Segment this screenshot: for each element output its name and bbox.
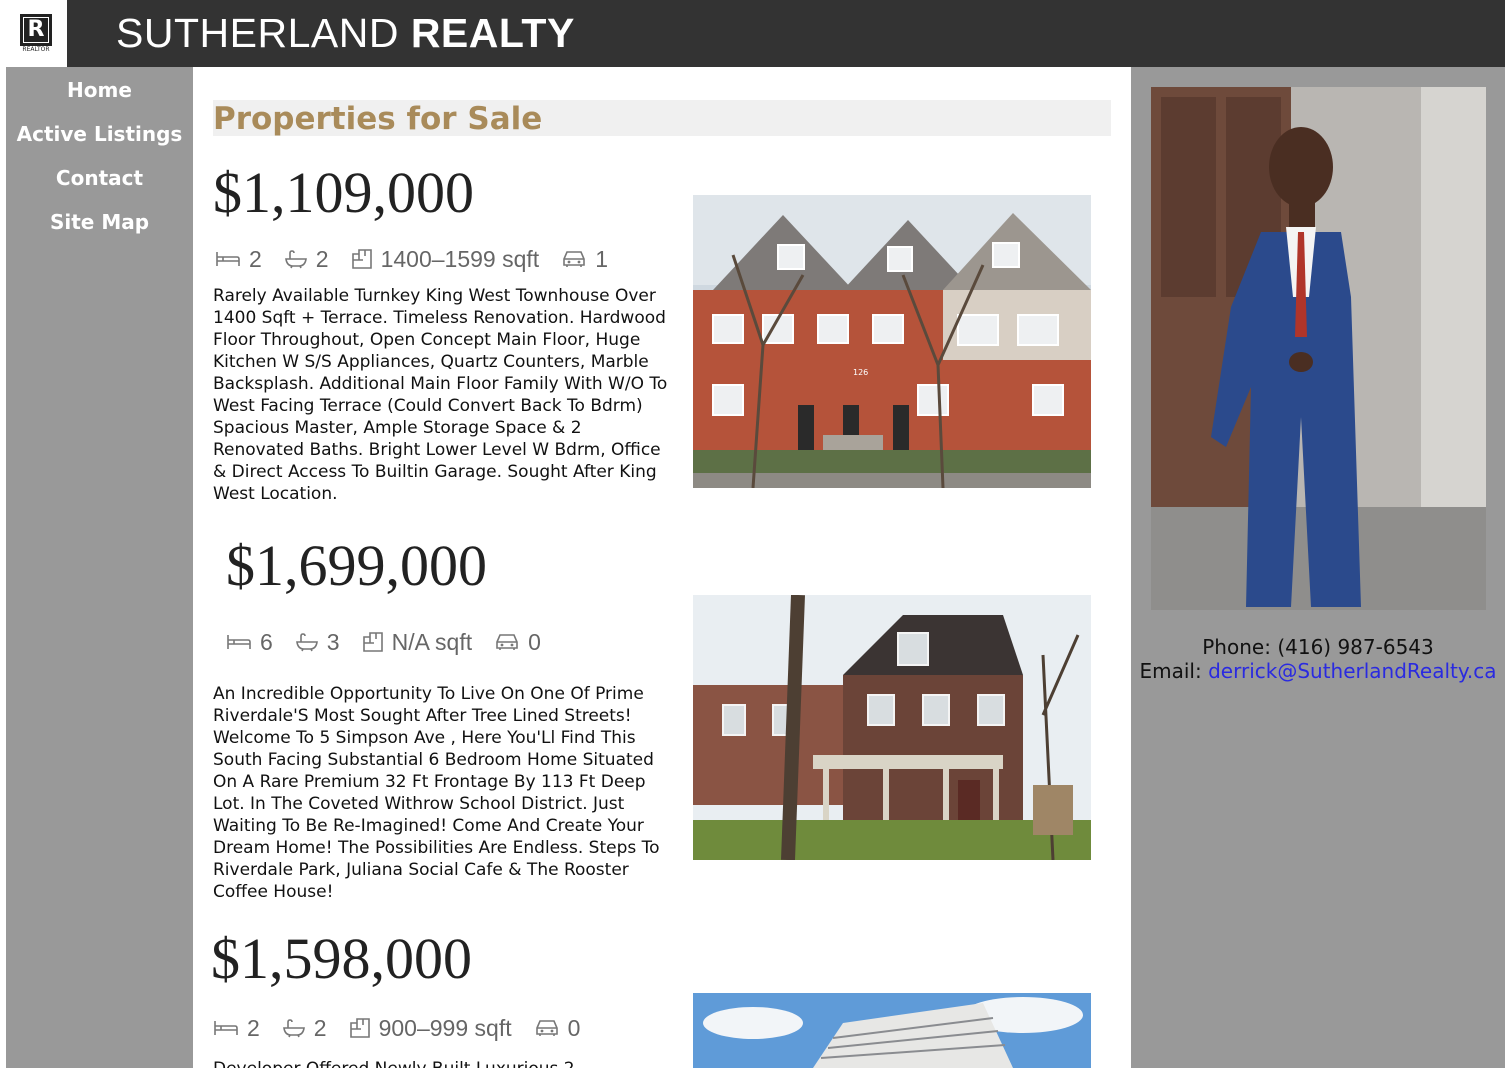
- nav-item-active-listings[interactable]: Active Listings: [6, 112, 193, 156]
- car-icon: [535, 1020, 558, 1036]
- listing-stats: 6 3 N/A sqft 0: [226, 627, 563, 657]
- beds-stat: 6: [226, 629, 273, 656]
- listing-price: $1,109,000: [213, 160, 474, 225]
- floor-plan-icon: [351, 249, 372, 269]
- bath-icon: [282, 1019, 305, 1038]
- bed-icon: [227, 635, 251, 649]
- sqft-stat: N/A sqft: [362, 628, 473, 656]
- parking-value: 1: [595, 245, 608, 272]
- contact-phone: Phone: (416) 987-6543: [1131, 635, 1505, 659]
- email-label: Email:: [1139, 659, 1209, 683]
- listing-photo-condo[interactable]: [693, 993, 1091, 1068]
- baths-value: 2: [315, 245, 329, 272]
- baths-value: 3: [326, 628, 340, 655]
- beds-value: 2: [247, 1014, 260, 1041]
- main-content: Properties for Sale $1,109,000 2 2 1400–…: [193, 67, 1131, 1068]
- agent-portrait: [1151, 87, 1486, 610]
- parking-value: 0: [567, 1014, 581, 1041]
- listing-description-text: Developer Offered Newly Built Luxurious …: [213, 1058, 669, 1068]
- baths-stat: 2: [282, 1015, 327, 1042]
- baths-stat: 3: [295, 629, 340, 656]
- bed-icon: [216, 252, 240, 266]
- brand-title[interactable]: SUTHERLAND REALTY: [116, 10, 575, 57]
- baths-stat: 2: [284, 246, 329, 273]
- parking-value: 0: [528, 628, 541, 655]
- realtor-logo[interactable]: R REALTOR: [6, 0, 67, 67]
- sqft-value: N/A sqft: [391, 628, 473, 655]
- bath-icon: [295, 633, 318, 652]
- listing-photo-brick-house[interactable]: [693, 595, 1091, 860]
- floor-plan-icon: [362, 632, 383, 652]
- baths-value: 2: [313, 1014, 327, 1041]
- listing-price: $1,699,000: [226, 533, 487, 598]
- brand-title-light: SUTHERLAND: [116, 10, 411, 56]
- listing-description: Rarely Available Turnkey King West Townh…: [213, 286, 668, 504]
- listing-description: Developer Offered Newly Built Luxurious …: [213, 1055, 669, 1068]
- listing-stats: 2 2 900–999 sqft 0: [213, 1013, 602, 1043]
- phone-number[interactable]: (416) 987-6543: [1277, 635, 1433, 659]
- listing-photo-townhouse[interactable]: 126: [693, 195, 1091, 488]
- site-header: R REALTOR SUTHERLAND REALTY: [6, 0, 1505, 67]
- sqft-value: 900–999 sqft: [378, 1014, 512, 1041]
- parking-stat: 0: [494, 629, 541, 656]
- listing-stats: 2 2 1400–1599 sqft 1: [215, 244, 630, 274]
- beds-stat: 2: [215, 246, 262, 273]
- phone-label: Phone:: [1202, 635, 1278, 659]
- sidebar-nav: Home Active Listings Contact Site Map: [6, 67, 193, 1068]
- car-icon: [496, 634, 518, 650]
- agent-sidebar: Phone: (416) 987-6543 Email: derrick@Sut…: [1131, 67, 1505, 1068]
- photo-house-number: 126: [853, 368, 868, 377]
- page-title: Properties for Sale: [213, 100, 1111, 136]
- email-link[interactable]: derrick@SutherlandRealty.ca: [1208, 659, 1496, 683]
- beds-stat: 2: [213, 1015, 260, 1042]
- floor-plan-icon: [349, 1018, 370, 1038]
- nav-item-contact[interactable]: Contact: [6, 156, 193, 200]
- nav-item-site-map[interactable]: Site Map: [6, 200, 193, 244]
- parking-stat: 1: [561, 246, 608, 273]
- brand-title-bold: REALTY: [410, 10, 575, 56]
- listing-price: $1,598,000: [211, 926, 472, 991]
- bath-icon: [284, 250, 307, 269]
- parking-stat: 0: [534, 1014, 581, 1042]
- realtor-r-icon: R: [20, 14, 52, 46]
- listing-description: An Incredible Opportunity To Live On One…: [213, 684, 660, 902]
- sqft-stat: 900–999 sqft: [349, 1015, 512, 1042]
- nav-item-home[interactable]: Home: [6, 68, 193, 112]
- bed-icon: [214, 1021, 238, 1035]
- sqft-value: 1400–1599 sqft: [380, 245, 540, 272]
- contact-email: Email: derrick@SutherlandRealty.ca: [1131, 659, 1505, 683]
- car-icon: [563, 251, 585, 267]
- sqft-stat: 1400–1599 sqft: [351, 245, 540, 273]
- beds-value: 2: [249, 245, 262, 272]
- realtor-logo-caption: REALTOR: [22, 46, 50, 53]
- beds-value: 6: [260, 628, 273, 655]
